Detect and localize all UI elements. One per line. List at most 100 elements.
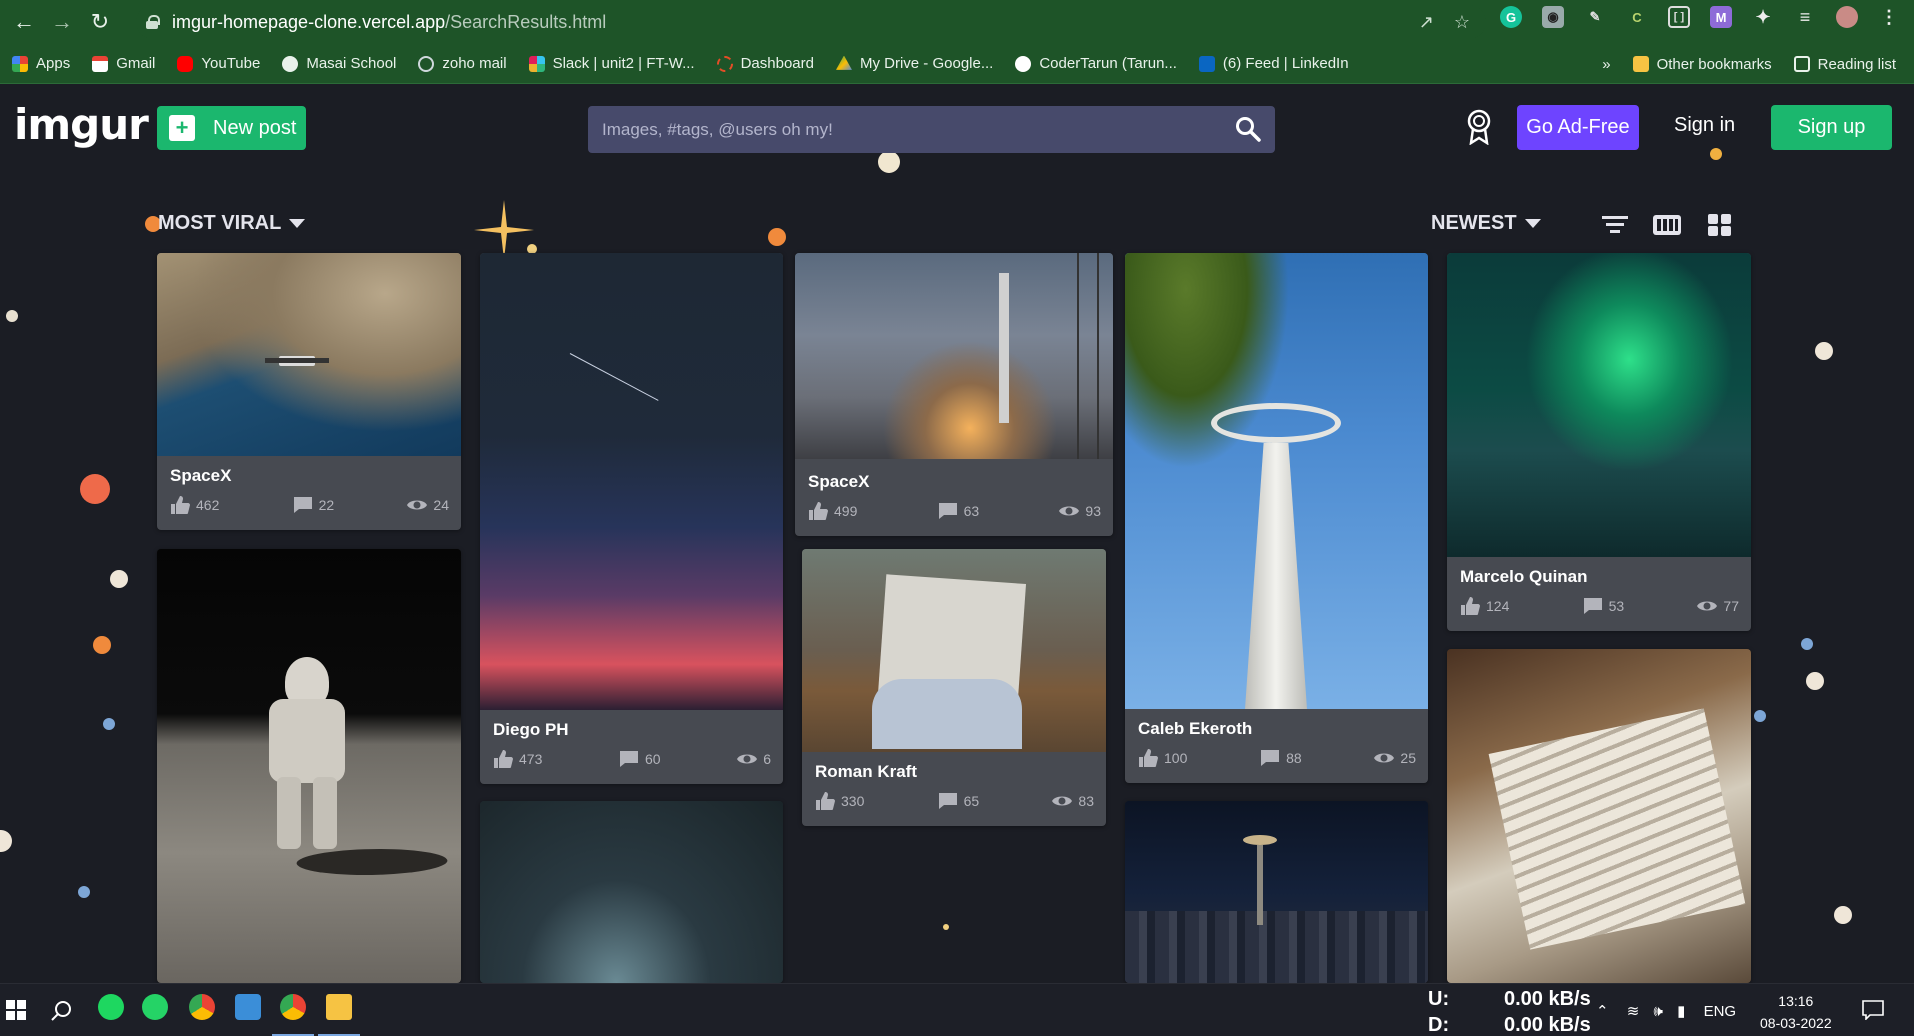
bookmark-apps[interactable]: Apps <box>12 55 70 72</box>
comment-count[interactable]: 65 <box>938 792 979 810</box>
mail-icon <box>418 55 435 72</box>
slack-icon <box>528 55 545 72</box>
new-post-button[interactable]: + New post <box>157 106 306 150</box>
bookmark-slack[interactable]: Slack | unit2 | FT-W... <box>528 55 695 72</box>
comment-count[interactable]: 53 <box>1583 597 1624 615</box>
language-indicator[interactable]: ENG <box>1704 1003 1737 1020</box>
sort-newest[interactable]: NEWEST <box>1431 212 1541 235</box>
spotify-icon[interactable] <box>98 994 124 1020</box>
drive-icon <box>835 55 852 70</box>
bookmark-dashboard[interactable]: Dashboard <box>716 55 814 72</box>
post-image <box>480 253 783 710</box>
search-input[interactable] <box>588 106 1275 153</box>
upvote-count[interactable]: 473 <box>493 750 542 768</box>
globe-icon <box>282 55 299 72</box>
bookmark-youtube[interactable]: YouTube <box>177 55 260 72</box>
extension-c-icon[interactable]: С <box>1626 6 1648 28</box>
chrome-icon[interactable] <box>189 994 215 1020</box>
award-icon[interactable] <box>1466 109 1492 145</box>
bookmark-drive[interactable]: My Drive - Google... <box>835 55 993 72</box>
post-card[interactable]: Roman Kraft 330 65 83 <box>802 549 1106 826</box>
upvote-count[interactable]: 124 <box>1460 597 1509 615</box>
media-queue-icon[interactable]: ≡ <box>1794 6 1816 28</box>
reading-list[interactable]: Reading list <box>1793 56 1896 73</box>
comment-icon <box>1261 750 1280 766</box>
net-labels: U: D: <box>1428 988 1450 1036</box>
bookmark-zoho[interactable]: zoho mail <box>418 55 507 72</box>
volume-icon[interactable]: 🕪 <box>1654 1003 1663 1020</box>
comment-count[interactable]: 63 <box>938 502 979 520</box>
post-card[interactable]: Caleb Ekeroth 100 88 25 <box>1125 253 1428 783</box>
windows-start-icon[interactable] <box>6 1000 26 1020</box>
frame-icon[interactable]: [ ] <box>1668 6 1690 28</box>
post-title: Roman Kraft <box>815 762 918 781</box>
app-icon[interactable] <box>235 994 261 1020</box>
share-icon[interactable]: ↗ <box>1419 12 1434 33</box>
filter-icon[interactable] <box>1601 213 1629 237</box>
upvote-count[interactable]: 499 <box>808 502 857 520</box>
search-bar <box>588 106 1275 153</box>
post-card[interactable]: Marcelo Quinan 124 53 77 <box>1447 253 1751 631</box>
star-icon[interactable]: ☆ <box>1454 12 1470 33</box>
eye-icon <box>1374 753 1395 763</box>
bookmarks-overflow[interactable]: » <box>1602 56 1610 73</box>
linkedin-icon <box>1198 55 1215 72</box>
view-count: 6 <box>737 750 771 768</box>
file-explorer-icon[interactable] <box>326 994 352 1020</box>
url-text: imgur-homepage-clone.vercel.app/SearchRe… <box>172 11 607 32</box>
reload-icon[interactable]: ↻ <box>86 8 114 36</box>
post-card[interactable] <box>1125 801 1428 983</box>
comment-count[interactable]: 22 <box>293 496 334 514</box>
clock[interactable]: 13:16 08-03-2022 <box>1760 990 1832 1034</box>
forward-icon[interactable]: → <box>48 8 76 36</box>
go-ad-free-button[interactable]: Go Ad-Free <box>1517 105 1639 150</box>
bookmark-linkedin[interactable]: (6) Feed | LinkedIn <box>1198 55 1349 72</box>
github-icon <box>1015 55 1032 72</box>
comment-count[interactable]: 60 <box>619 750 661 768</box>
puzzle-icon[interactable]: ✦ <box>1752 6 1774 28</box>
comment-icon <box>1583 598 1602 614</box>
thumbs-up-icon <box>494 750 513 768</box>
sign-up-button[interactable]: Sign up <box>1771 105 1892 150</box>
thumbs-up-icon <box>171 496 190 514</box>
post-card[interactable] <box>157 549 461 983</box>
whatsapp-icon[interactable] <box>142 994 168 1020</box>
sort-most-viral[interactable]: MOST VIRAL <box>158 212 306 235</box>
bookmark-masai[interactable]: Masai School <box>282 55 396 72</box>
post-card[interactable]: SpaceX 499 63 93 <box>795 253 1113 536</box>
bookmark-github[interactable]: CoderTarun (Tarun... <box>1015 55 1177 72</box>
menu-icon[interactable]: ⋮ <box>1878 6 1900 28</box>
pen-icon[interactable]: ✎ <box>1584 6 1606 28</box>
comment-count[interactable]: 88 <box>1260 749 1302 767</box>
bookmark-other[interactable]: Other bookmarks <box>1632 56 1772 73</box>
chrome-active-icon[interactable] <box>280 994 306 1020</box>
thumbs-up-icon <box>1461 597 1480 615</box>
upvote-count[interactable]: 100 <box>1138 749 1187 767</box>
address-bar[interactable]: imgur-homepage-clone.vercel.app/SearchRe… <box>136 5 1486 39</box>
back-icon[interactable]: ← <box>10 8 38 36</box>
post-image <box>802 549 1106 752</box>
extension-m-icon[interactable]: M <box>1710 6 1732 28</box>
bookmark-gmail[interactable]: Gmail <box>92 55 155 72</box>
upvote-count[interactable]: 330 <box>815 792 864 810</box>
grammarly-icon[interactable]: G <box>1500 6 1522 28</box>
search-icon[interactable] <box>1235 116 1261 142</box>
notification-icon[interactable] <box>1862 1000 1884 1020</box>
avatar[interactable] <box>1836 6 1858 28</box>
upvote-count[interactable]: 462 <box>170 496 219 514</box>
search-icon[interactable] <box>50 1000 72 1022</box>
battery-icon[interactable]: ▮ <box>1677 1003 1685 1020</box>
imgur-logo[interactable]: imgur <box>14 100 149 149</box>
grid-view-icon[interactable] <box>1706 213 1734 237</box>
gmail-icon <box>92 55 109 72</box>
post-card[interactable]: Diego PH 473 60 6 <box>480 253 783 784</box>
view-count: 25 <box>1374 749 1416 767</box>
sign-in-link[interactable]: Sign in <box>1674 114 1735 137</box>
post-card[interactable] <box>480 801 783 983</box>
wifi-icon[interactable]: ≋ <box>1627 1003 1640 1020</box>
camera-icon[interactable]: ◉ <box>1542 6 1564 28</box>
chevron-up-icon[interactable]: ⌃ <box>1596 1003 1609 1020</box>
post-card[interactable]: SpaceX 462 22 24 <box>157 253 461 530</box>
post-card[interactable] <box>1447 649 1751 983</box>
waterfall-view-icon[interactable] <box>1653 213 1681 237</box>
